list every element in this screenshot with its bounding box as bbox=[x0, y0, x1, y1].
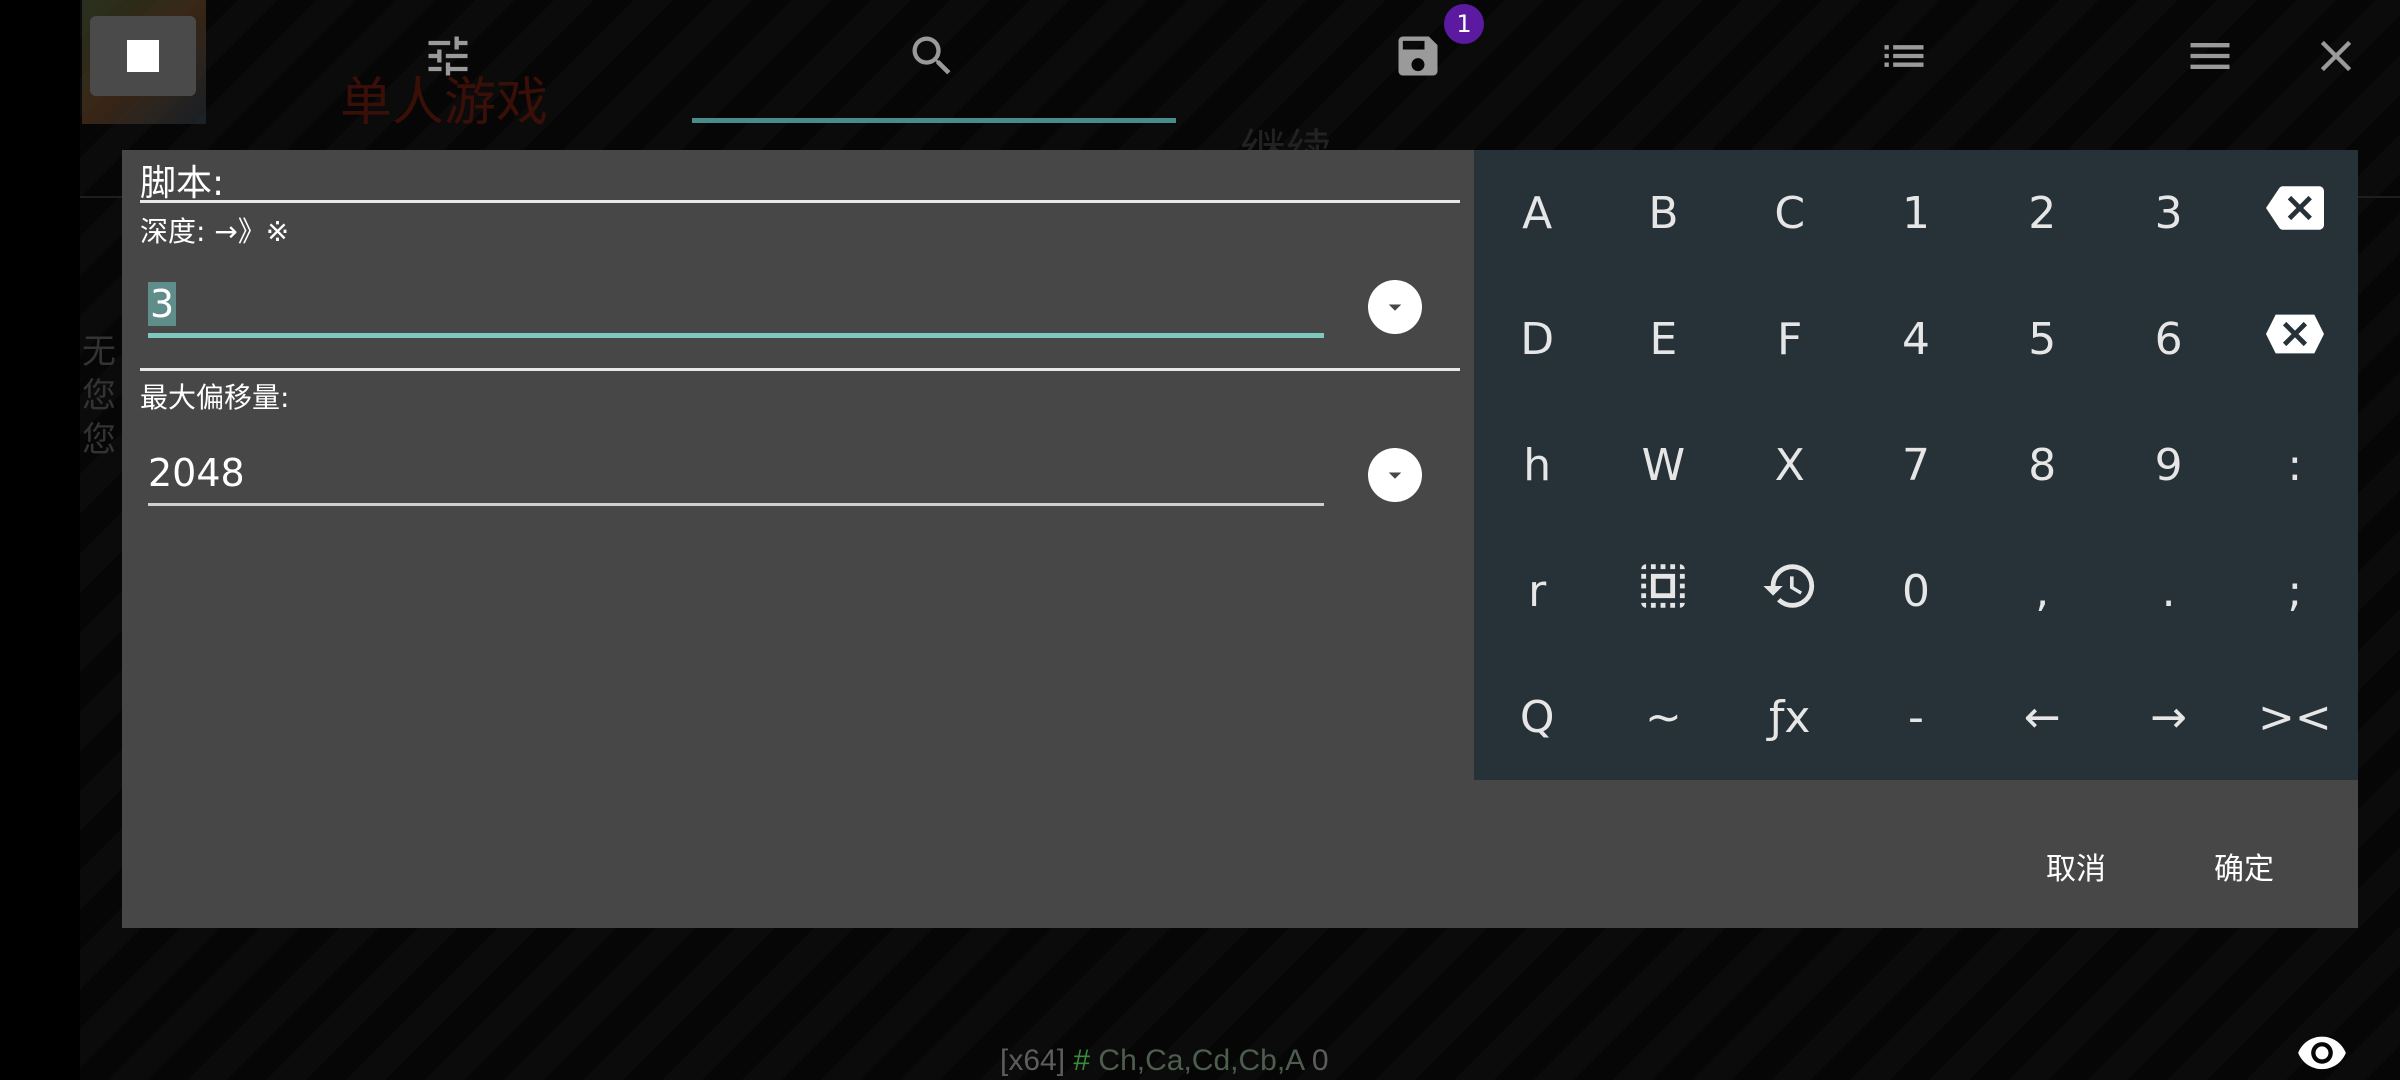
depth-label: 深度: →》※ bbox=[140, 215, 290, 248]
script-label: 脚本: bbox=[140, 163, 225, 204]
max-offset-value: 2048 bbox=[148, 450, 245, 495]
keypad-key[interactable]: ƒx bbox=[1727, 654, 1853, 780]
hash-symbol: # bbox=[1073, 1044, 1091, 1077]
key-backspace[interactable] bbox=[2232, 150, 2358, 276]
keypad-key[interactable]: 3 bbox=[2105, 150, 2231, 276]
keypad-key[interactable]: 5 bbox=[1979, 276, 2105, 402]
tune-icon[interactable] bbox=[420, 28, 476, 84]
keypad-key[interactable]: r bbox=[1474, 528, 1600, 654]
arch-label: [x64] bbox=[1000, 1044, 1066, 1077]
list-icon[interactable] bbox=[1876, 28, 1932, 84]
backspace-icon bbox=[2265, 179, 2324, 248]
keypad-key[interactable]: 6 bbox=[2105, 276, 2231, 402]
save-count-badge: 1 bbox=[1444, 4, 1484, 44]
left-rail bbox=[0, 0, 80, 1080]
background-side-text: 无 您 您 bbox=[82, 332, 116, 460]
keypad-key[interactable]: : bbox=[2232, 402, 2358, 528]
caret-down-icon bbox=[1388, 304, 1402, 311]
keypad-key[interactable]: 0 bbox=[1853, 528, 1979, 654]
save-icon[interactable] bbox=[1390, 28, 1446, 84]
select-all-icon bbox=[1634, 557, 1692, 626]
close-icon[interactable] bbox=[2308, 28, 2364, 84]
depth-dropdown-button[interactable] bbox=[1368, 280, 1422, 334]
keypad-key[interactable]: D bbox=[1474, 276, 1600, 402]
keypad-key[interactable]: h bbox=[1474, 402, 1600, 528]
keypad-key[interactable]: >< bbox=[2232, 654, 2358, 780]
max-offset-dropdown-button[interactable] bbox=[1368, 448, 1422, 502]
menu-icon[interactable] bbox=[2182, 28, 2238, 84]
keypad-key[interactable]: 1 bbox=[1853, 150, 1979, 276]
register-list: Ch,Ca,Cd,Cb,A bbox=[1098, 1044, 1304, 1077]
keypad-key[interactable]: 9 bbox=[2105, 402, 2231, 528]
keypad-key[interactable]: W bbox=[1600, 402, 1726, 528]
keypad-key[interactable]: . bbox=[2105, 528, 2231, 654]
keypad-key[interactable]: → bbox=[2105, 654, 2231, 780]
max-offset-label: 最大偏移量: bbox=[140, 381, 290, 414]
keypad-key[interactable]: 4 bbox=[1853, 276, 1979, 402]
key-select-all[interactable] bbox=[1600, 528, 1726, 654]
status-count: 0 bbox=[1311, 1044, 1329, 1077]
cancel-button[interactable]: 取消 bbox=[2032, 836, 2120, 896]
keypad-key[interactable]: ; bbox=[2232, 528, 2358, 654]
keypad-key[interactable]: B bbox=[1600, 150, 1726, 276]
keypad-key[interactable]: X bbox=[1727, 402, 1853, 528]
keypad-key[interactable]: F bbox=[1727, 276, 1853, 402]
history-icon bbox=[1761, 557, 1819, 626]
stop-icon bbox=[127, 40, 159, 72]
section-divider bbox=[140, 368, 1460, 371]
active-tab-indicator bbox=[692, 118, 1176, 123]
depth-value: 3 bbox=[148, 281, 177, 326]
keypad-key[interactable]: , bbox=[1979, 528, 2105, 654]
keypad-key[interactable]: ← bbox=[1979, 654, 2105, 780]
eye-icon[interactable] bbox=[2296, 1034, 2348, 1074]
script-dialog: 脚本: 深度: →》※ 3 最大偏移量: 2048 ABC123DEF456hW… bbox=[122, 150, 2358, 928]
keypad-key[interactable]: 8 bbox=[1979, 402, 2105, 528]
ok-button[interactable]: 确定 bbox=[2200, 836, 2288, 896]
keypad-key[interactable]: ~ bbox=[1600, 654, 1726, 780]
keypad-key[interactable]: 2 bbox=[1979, 150, 2105, 276]
stop-button[interactable] bbox=[90, 16, 196, 96]
caret-down-icon bbox=[1388, 472, 1402, 479]
clear-all-icon bbox=[2265, 305, 2324, 374]
search-icon[interactable] bbox=[904, 28, 960, 84]
status-line: [x64] # Ch,Ca,Cd,Cb,A 0 bbox=[1000, 1044, 1329, 1078]
script-field-underline bbox=[140, 200, 1460, 203]
keypad-key[interactable]: Q bbox=[1474, 654, 1600, 780]
max-offset-input[interactable]: 2048 bbox=[148, 442, 1324, 506]
depth-input[interactable]: 3 bbox=[148, 274, 1324, 338]
keypad-key[interactable]: A bbox=[1474, 150, 1600, 276]
keypad-key[interactable]: - bbox=[1853, 654, 1979, 780]
keypad-key[interactable]: E bbox=[1600, 276, 1726, 402]
key-clear-all[interactable] bbox=[2232, 276, 2358, 402]
custom-keypad: A B C 1 2 3 D E F 4 5 6 h W X 7 8 9: r 0,.; Q ~ ƒx - ← → >< bbox=[1474, 150, 2358, 780]
keypad-key[interactable]: C bbox=[1727, 150, 1853, 276]
keypad-key[interactable]: 7 bbox=[1853, 402, 1979, 528]
key-history[interactable] bbox=[1727, 528, 1853, 654]
